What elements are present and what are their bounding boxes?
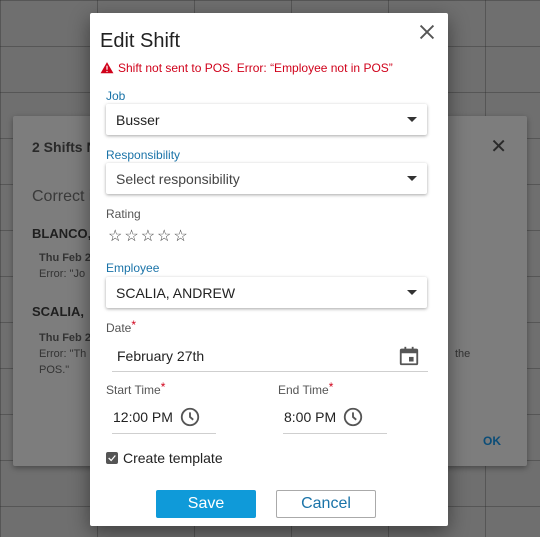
employee-label: Employee bbox=[106, 261, 160, 275]
save-button[interactable]: Save bbox=[156, 490, 256, 518]
clock-icon[interactable] bbox=[179, 406, 201, 428]
end-time-label: End Time* bbox=[278, 380, 334, 397]
background-correct-text: Correct i bbox=[32, 188, 93, 205]
caret-down-icon bbox=[407, 117, 417, 122]
background-entry-error: POS." bbox=[39, 364, 70, 376]
dialog-title: Edit Shift bbox=[100, 30, 181, 52]
close-button[interactable] bbox=[416, 21, 438, 43]
start-time-field[interactable]: 12:00 PM bbox=[112, 401, 216, 434]
checkbox-checked-icon[interactable] bbox=[106, 452, 118, 464]
start-time-label: Start Time* bbox=[106, 380, 166, 397]
date-value: February 27th bbox=[117, 348, 205, 364]
create-template-label: Create template bbox=[123, 450, 223, 466]
edit-shift-dialog: Edit Shift Shift not sent to POS. Error:… bbox=[90, 13, 448, 526]
warning-icon bbox=[100, 62, 114, 74]
responsibility-select[interactable]: Select responsibility bbox=[106, 163, 427, 194]
caret-down-icon bbox=[407, 290, 417, 295]
background-ok-button: OK bbox=[483, 434, 501, 448]
start-time-label-text: Start Time bbox=[106, 383, 161, 397]
star-icon[interactable]: ☆ bbox=[108, 229, 122, 245]
background-entry-date: Thu Feb 2 bbox=[39, 332, 91, 344]
required-marker: * bbox=[131, 318, 137, 332]
rating-stars: ☆ ☆ ☆ ☆ ☆ bbox=[108, 229, 188, 245]
end-time-label-text: End Time bbox=[278, 383, 329, 397]
background-close-icon: ✕ bbox=[490, 136, 507, 158]
job-select[interactable]: Busser bbox=[106, 104, 427, 135]
date-label: Date* bbox=[106, 318, 137, 335]
date-field[interactable]: February 27th bbox=[112, 341, 428, 372]
start-time-value: 12:00 PM bbox=[113, 409, 173, 425]
star-icon[interactable]: ☆ bbox=[141, 229, 155, 245]
background-entry-error: Error: "Th bbox=[39, 348, 87, 360]
end-time-value: 8:00 PM bbox=[284, 409, 337, 425]
star-icon[interactable]: ☆ bbox=[173, 229, 187, 245]
job-value: Busser bbox=[116, 111, 160, 128]
background-dialog-title: 2 Shifts N bbox=[32, 139, 97, 155]
close-icon bbox=[419, 24, 435, 40]
background-entry-name: SCALIA, bbox=[32, 304, 84, 319]
error-text: Shift not sent to POS. Error: “Employee … bbox=[118, 61, 393, 75]
responsibility-placeholder: Select responsibility bbox=[116, 170, 240, 187]
rating-label: Rating bbox=[106, 207, 141, 221]
end-time-field[interactable]: 8:00 PM bbox=[283, 401, 387, 434]
calendar-icon[interactable] bbox=[398, 345, 420, 367]
required-marker: * bbox=[328, 380, 334, 394]
responsibility-label: Responsibility bbox=[106, 148, 181, 162]
employee-select[interactable]: SCALIA, ANDREW bbox=[106, 277, 427, 308]
create-template-checkbox[interactable]: Create template bbox=[106, 450, 223, 466]
star-icon[interactable]: ☆ bbox=[157, 229, 171, 245]
employee-value: SCALIA, ANDREW bbox=[116, 284, 236, 301]
star-icon[interactable]: ☆ bbox=[124, 229, 138, 245]
clock-icon[interactable] bbox=[342, 406, 364, 428]
error-message: Shift not sent to POS. Error: “Employee … bbox=[100, 61, 393, 75]
date-label-text: Date bbox=[106, 321, 132, 335]
background-entry-name: BLANCO, bbox=[32, 226, 92, 241]
cancel-button[interactable]: Cancel bbox=[276, 490, 376, 518]
background-entry-error: Error: "Jo bbox=[39, 268, 86, 280]
background-entry-date: Thu Feb 2 bbox=[39, 252, 91, 264]
job-label: Job bbox=[106, 89, 126, 103]
background-right-text: the bbox=[455, 348, 471, 360]
required-marker: * bbox=[160, 380, 166, 394]
caret-down-icon bbox=[407, 176, 417, 181]
